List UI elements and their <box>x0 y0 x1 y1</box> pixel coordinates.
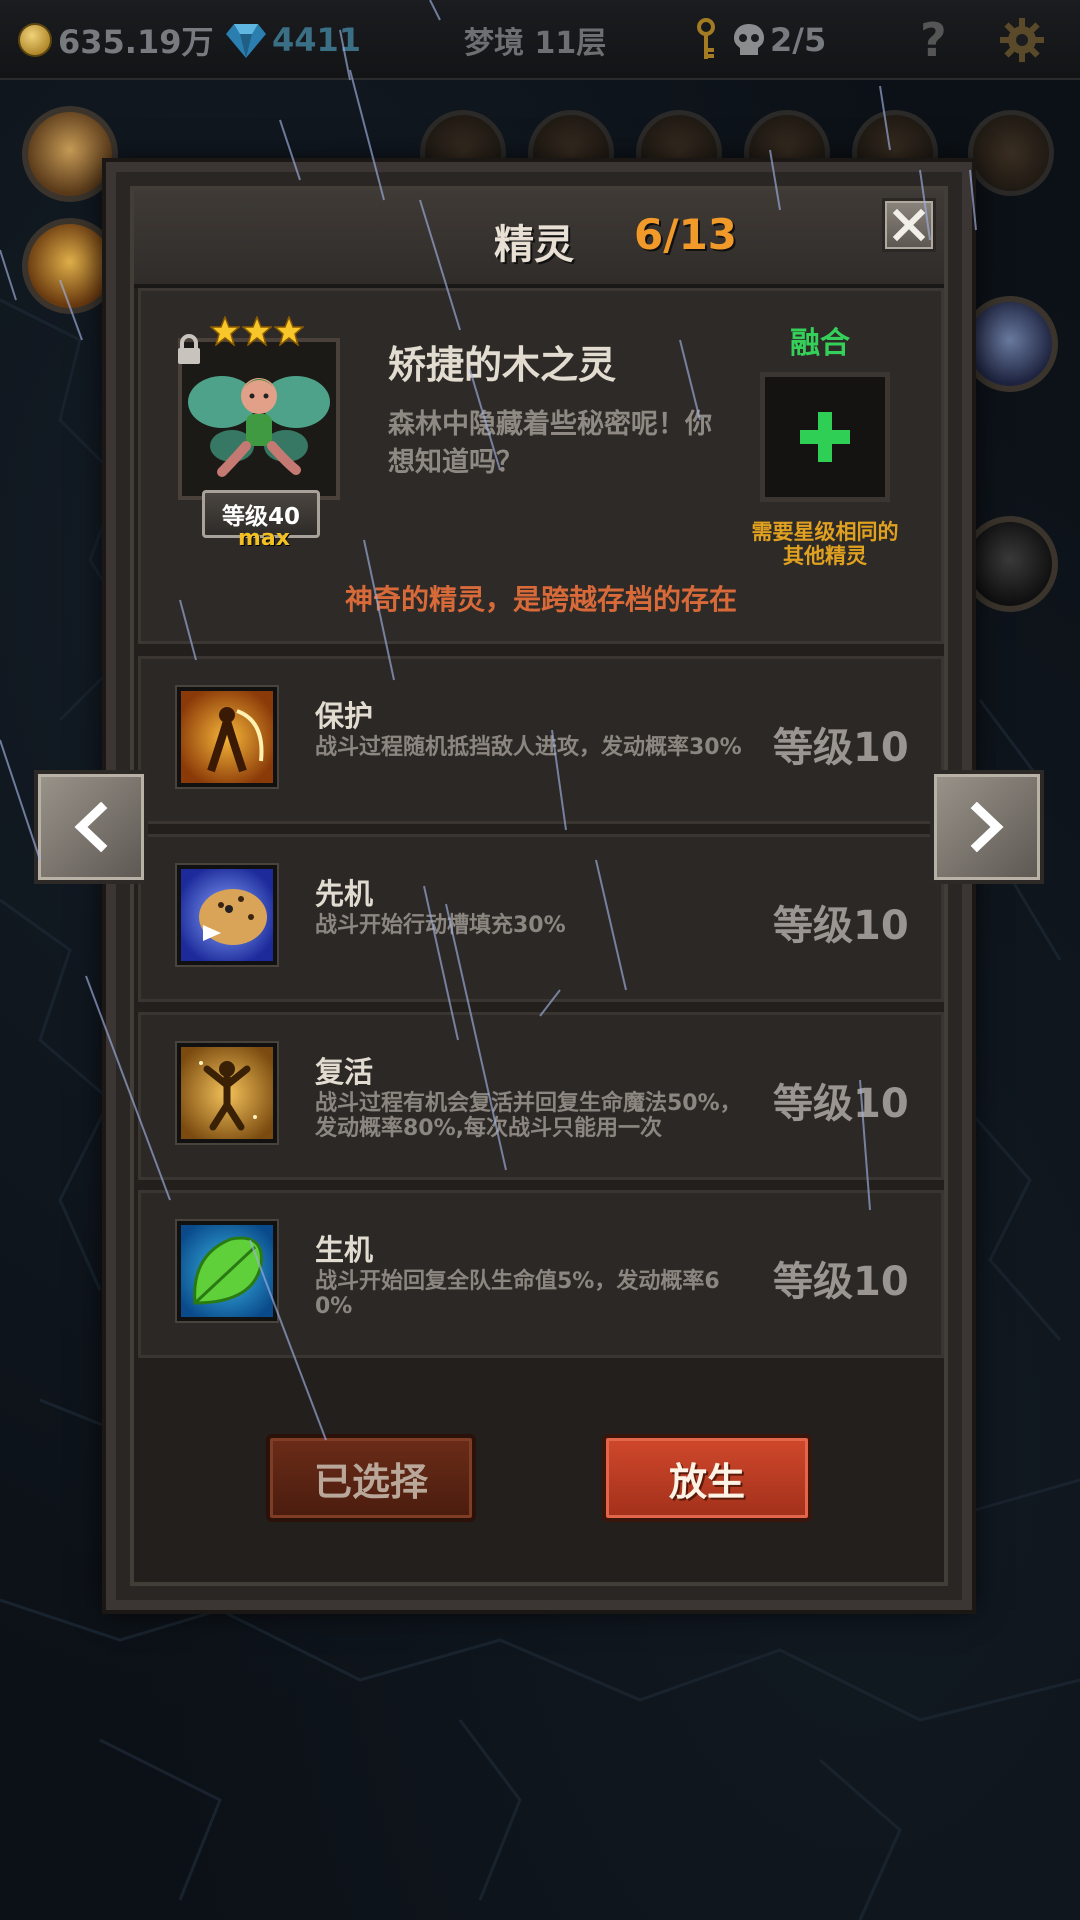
fusion-slot-button[interactable] <box>760 372 890 502</box>
skill-name: 复活 <box>315 1055 374 1089</box>
fairy-tagline: 神奇的精灵，是跨越存档的存在 <box>344 583 737 616</box>
floor-display: 梦境 11层 <box>464 14 606 66</box>
skill-description: 战斗开始回复全队生命值5%，发动概率60% <box>315 1269 720 1319</box>
skill-name: 生机 <box>315 1233 374 1267</box>
skill-description: 战斗开始行动槽填充30% <box>315 913 566 938</box>
skill-row[interactable]: 生机 战斗开始回复全队生命值5%，发动概率60% 等级10 <box>138 1190 944 1358</box>
skill-description: 战斗过程有机会复活并回复生命魔法50%，发动概率80%,每次战斗只能用一次 <box>315 1091 742 1141</box>
top-hud: 635.19万 4411 梦境 11层 2/5 ? <box>0 0 1080 80</box>
chevron-left-icon <box>74 802 108 852</box>
star-icon <box>210 316 240 346</box>
dialog-title-bar: 精灵 6/13 <box>134 190 944 288</box>
prev-fairy-button[interactable] <box>34 770 148 884</box>
gold-amount: 635.19万 <box>58 23 214 61</box>
close-icon <box>892 208 926 242</box>
skill-level: 等级10 <box>773 903 909 949</box>
star-icon <box>274 316 304 346</box>
selected-button[interactable]: 已选择 <box>266 1434 476 1522</box>
key-icon <box>697 18 715 59</box>
plus-icon <box>800 412 850 462</box>
coin-icon <box>18 23 52 57</box>
fairy-count: 6/13 <box>634 210 738 259</box>
help-icon: ? <box>920 13 947 67</box>
skill-name: 先机 <box>315 877 374 911</box>
revive-icon <box>177 1043 277 1143</box>
hero-portrait-1 <box>22 106 118 202</box>
settings-button[interactable] <box>1000 14 1044 66</box>
max-level-label: max <box>238 526 290 551</box>
leopard-icon <box>177 865 277 965</box>
chevron-right-icon <box>970 802 1004 852</box>
next-fairy-button[interactable] <box>930 770 1044 884</box>
guard-icon <box>177 687 277 787</box>
star-rating <box>210 316 304 346</box>
gem-display: 4411 <box>226 14 361 66</box>
help-button[interactable]: ? <box>920 13 947 67</box>
fusion-requirement-note: 需要星级相同的其他精灵 <box>751 520 899 568</box>
hero-portrait-2 <box>22 218 118 314</box>
dialog-title: 精灵 <box>494 222 574 268</box>
release-button[interactable]: 放生 <box>602 1434 812 1522</box>
skill-row[interactable]: 复活 战斗过程有机会复活并回复生命魔法50%，发动概率80%,每次战斗只能用一次… <box>138 1012 944 1180</box>
key-display[interactable] <box>694 14 724 66</box>
item-slot <box>968 110 1054 196</box>
fairy-description: 森林中隐藏着些秘密呢！你想知道吗？ <box>388 409 712 478</box>
hero-portrait-4 <box>962 516 1058 612</box>
gear-icon <box>1000 18 1044 62</box>
skill-row[interactable]: 保护 战斗过程随机抵挡敌人进攻，发动概率30% 等级10 <box>138 656 944 824</box>
skull-icon <box>734 24 764 55</box>
lock-icon[interactable] <box>176 334 202 366</box>
fairy-image <box>182 342 336 496</box>
skill-level: 等级10 <box>773 725 909 771</box>
star-icon <box>242 316 272 346</box>
diamond-icon <box>226 24 266 58</box>
skill-row[interactable]: 先机 战斗开始行动槽填充30% 等级10 <box>138 834 944 1002</box>
floor-label: 梦境 11层 <box>464 26 607 61</box>
skill-description: 战斗过程随机抵挡敌人进攻，发动概率30% <box>315 735 742 760</box>
skill-level: 等级10 <box>773 1081 909 1127</box>
gold-display: 635.19万 <box>18 14 214 66</box>
skill-name: 保护 <box>315 699 374 733</box>
gem-amount: 4411 <box>272 21 362 59</box>
close-button[interactable] <box>882 198 936 252</box>
fairy-name: 矫捷的木之灵 <box>388 343 617 387</box>
leaf-icon <box>177 1221 277 1321</box>
skull-display: 2/5 <box>732 14 826 66</box>
fusion-label: 融合 <box>790 326 850 361</box>
skill-level: 等级10 <box>773 1259 909 1305</box>
fairy-portrait[interactable] <box>178 338 340 500</box>
skull-count: 2/5 <box>770 21 827 59</box>
hero-portrait-3 <box>962 296 1058 392</box>
